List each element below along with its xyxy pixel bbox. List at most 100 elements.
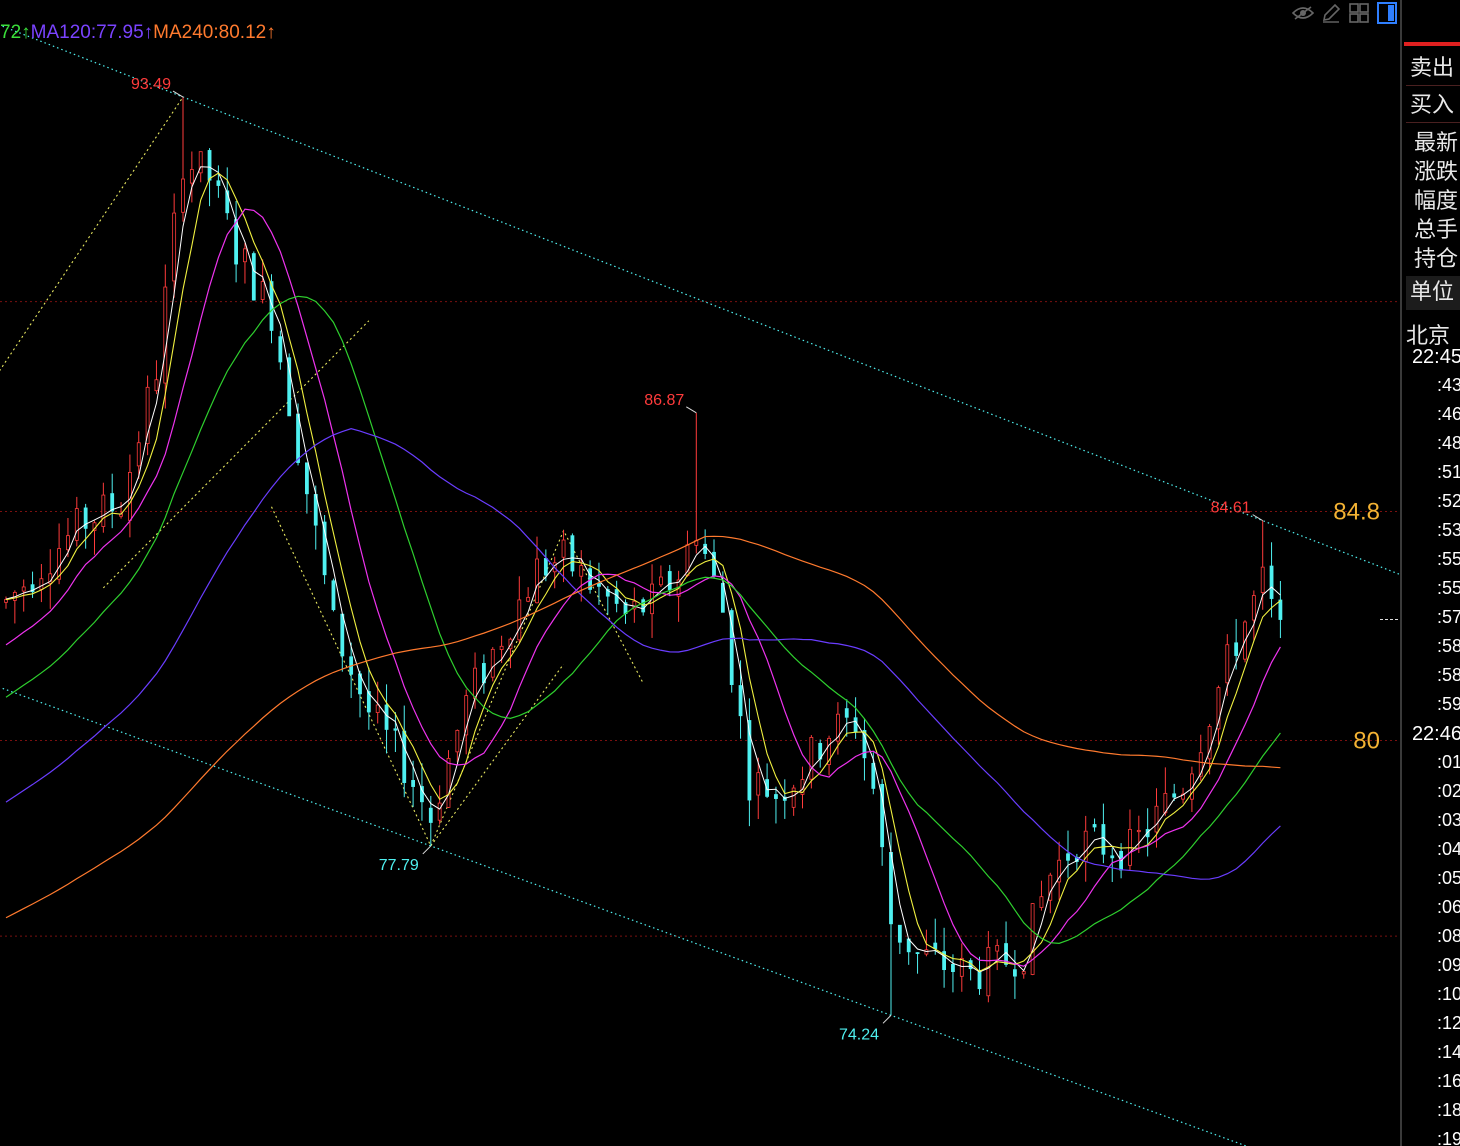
high-price-label: 93.49 bbox=[131, 76, 171, 93]
candle bbox=[1021, 971, 1026, 979]
candle bbox=[659, 565, 663, 588]
time-tick: :10 bbox=[1436, 984, 1460, 1004]
annotation-arrow bbox=[1252, 514, 1263, 522]
candle bbox=[12, 590, 17, 624]
candle bbox=[641, 597, 646, 616]
time-tick: :12 bbox=[1436, 1013, 1460, 1033]
candle bbox=[897, 924, 902, 955]
candle bbox=[1128, 809, 1132, 871]
candle bbox=[597, 562, 601, 605]
candle bbox=[278, 330, 283, 370]
ma-legend: 72↑MA120:77.95↑MA240:80.12↑ bbox=[0, 22, 276, 44]
grid-icon[interactable] bbox=[1348, 2, 1370, 24]
candle bbox=[517, 576, 522, 643]
info-amplitude: 幅度 bbox=[1414, 189, 1459, 214]
buy-button[interactable]: 买入 bbox=[1406, 89, 1460, 123]
time-tick: :46 bbox=[1436, 404, 1460, 424]
candle bbox=[995, 939, 1000, 971]
unit-button[interactable]: 单位 bbox=[1406, 276, 1460, 310]
time-tick: :43 bbox=[1436, 375, 1460, 395]
candle bbox=[234, 201, 239, 283]
candle bbox=[101, 482, 106, 533]
time-tick: 22:45 bbox=[1411, 346, 1460, 368]
candle bbox=[437, 785, 442, 825]
candle bbox=[119, 502, 123, 519]
eye-hide-icon[interactable] bbox=[1292, 2, 1314, 24]
lower-trend-line bbox=[0, 686, 1248, 1146]
upper-trend-line bbox=[0, 24, 1400, 576]
candle bbox=[782, 779, 787, 819]
ma-blue-line bbox=[5, 428, 1281, 880]
time-tick: :55 bbox=[1436, 578, 1460, 598]
candle bbox=[1039, 880, 1044, 911]
candle bbox=[906, 938, 911, 965]
time-tick: :51 bbox=[1436, 462, 1460, 482]
annotation-arrow bbox=[686, 406, 697, 414]
sell-button[interactable]: 卖出 bbox=[1406, 52, 1460, 86]
candle bbox=[1074, 853, 1079, 871]
grid-lines bbox=[0, 301, 1400, 937]
time-tick: :08 bbox=[1436, 926, 1460, 946]
candle bbox=[1154, 788, 1159, 848]
annotation-arrow bbox=[422, 845, 432, 855]
candle bbox=[703, 529, 708, 560]
chart-toolbar bbox=[1292, 0, 1398, 26]
pencil-icon[interactable] bbox=[1320, 2, 1342, 24]
candle bbox=[791, 784, 796, 816]
candle bbox=[765, 763, 769, 799]
ma-orange-line bbox=[5, 535, 1281, 919]
candle bbox=[384, 684, 389, 754]
candle bbox=[667, 564, 672, 597]
time-tick: :04 bbox=[1436, 839, 1460, 859]
panel-icon[interactable] bbox=[1376, 2, 1398, 24]
low-price-label: 77.79 bbox=[379, 857, 419, 874]
candle bbox=[216, 165, 221, 198]
time-tick: :52 bbox=[1436, 491, 1460, 511]
candle bbox=[331, 578, 336, 612]
candlesticks[interactable] bbox=[4, 97, 1283, 1016]
candle bbox=[1092, 818, 1097, 832]
time-tick: :59 bbox=[1436, 694, 1460, 714]
candle bbox=[243, 242, 247, 284]
candle bbox=[92, 520, 97, 555]
candle bbox=[393, 712, 398, 752]
candle bbox=[561, 530, 566, 583]
time-tick: :01 bbox=[1436, 752, 1460, 772]
candle bbox=[464, 689, 469, 755]
candle bbox=[181, 97, 185, 222]
time-tick: :58 bbox=[1436, 665, 1460, 685]
candle bbox=[862, 718, 867, 781]
price-chart[interactable]: 93.49 86.87 84.61 77.79 74.24 84.8 80 bbox=[0, 0, 1400, 1146]
candle bbox=[1057, 841, 1062, 901]
candle bbox=[1269, 542, 1274, 618]
candle bbox=[446, 750, 451, 808]
low-price-label: 74.24 bbox=[839, 1026, 879, 1043]
candle bbox=[1251, 590, 1256, 641]
candle bbox=[694, 412, 699, 554]
price-annotations: 93.49 86.87 84.61 77.79 74.24 84.8 80 bbox=[131, 76, 1400, 1043]
quote-sidebar: 卖出 买入 最新 涨跌 幅度 总手 持仓 单位 北京 22:45:43:46:4… bbox=[1400, 0, 1460, 1146]
level-label: 84.8 bbox=[1333, 499, 1380, 526]
candle bbox=[968, 958, 973, 981]
legend-item-4: MA240:80.12 bbox=[153, 22, 267, 43]
candle bbox=[251, 251, 256, 301]
high-price-label: 86.87 bbox=[644, 392, 684, 409]
candle bbox=[1163, 767, 1168, 816]
level-label: 80 bbox=[1353, 728, 1380, 755]
candle bbox=[747, 698, 752, 827]
candle bbox=[1066, 830, 1070, 878]
time-tick: :48 bbox=[1436, 433, 1460, 453]
time-tick: :55 bbox=[1436, 549, 1460, 569]
info-volume: 总手 bbox=[1414, 218, 1459, 243]
moving-averages bbox=[5, 166, 1281, 973]
candle bbox=[915, 952, 920, 974]
candle bbox=[774, 786, 778, 824]
high-price-label: 84.61 bbox=[1211, 500, 1251, 517]
info-latest: 最新 bbox=[1414, 131, 1459, 156]
pattern-line-a bbox=[0, 96, 184, 372]
candle bbox=[481, 654, 486, 694]
candle bbox=[366, 667, 371, 730]
candle bbox=[827, 735, 831, 776]
candle bbox=[570, 533, 575, 577]
candle bbox=[145, 375, 150, 456]
